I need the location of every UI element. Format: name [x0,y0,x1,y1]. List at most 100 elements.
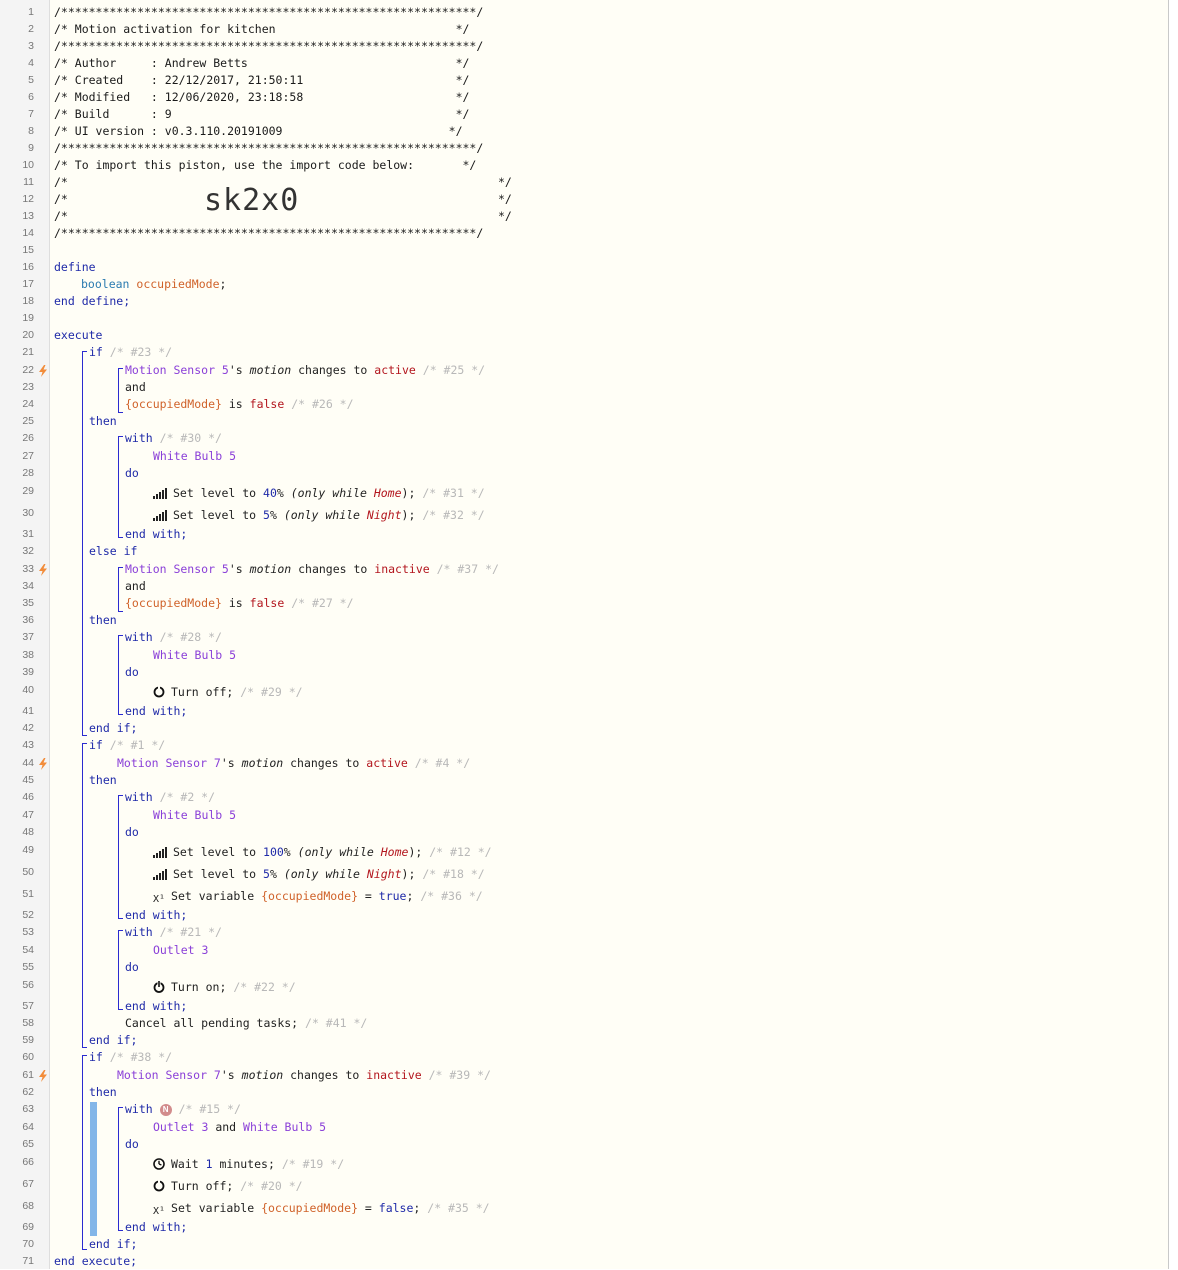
variable-ref: {occupiedMode} [261,1201,358,1215]
variable-type: boolean [81,277,130,291]
line-number: 33 [22,563,34,575]
and-operator[interactable]: and [125,578,146,595]
restriction: (only while [276,867,367,881]
with-30[interactable]: with /* #30 */ [125,430,222,447]
execute-keyword[interactable]: execute [54,327,102,344]
statement-id: /* #26 */ [291,397,354,411]
condition-group-bracket [118,567,123,612]
header-blank-right: */ [498,209,512,223]
device-list[interactable]: Outlet 3 and White Bulb 5 [153,1119,326,1136]
operator: = [358,889,379,903]
line-number: 50 [22,866,34,878]
line-number: 4 [28,57,34,69]
attribute: motion [249,363,292,377]
semicolon: ; [219,277,227,291]
line-number: 57 [22,1000,34,1012]
variable-ref: {occupiedMode} [125,596,222,610]
line-number: 64 [22,1121,34,1133]
action-35[interactable]: X¹ Set variable {occupiedMode} = false; /… [153,1200,490,1217]
line-number: 71 [22,1255,34,1267]
percent-sign: % [269,867,277,881]
device-white-bulb-5[interactable]: White Bulb 5 [153,647,236,664]
import-code[interactable]: sk2x0 [204,183,299,219]
header-stars-3: /***************************************… [54,141,484,155]
statement-id: /* #12 */ [429,845,492,859]
condition-27[interactable]: {occupiedMode} is false /* #27 */ [125,595,354,612]
if-23[interactable]: if /* #23 */ [89,344,172,361]
statement-id: /* #32 */ [422,508,485,522]
action-22[interactable]: Turn on; /* #22 */ [153,979,296,996]
action-29[interactable]: Turn off; /* #29 */ [153,684,303,701]
if-keyword: if [89,1050,103,1064]
end-with: end with; [125,527,188,541]
line-number: 6 [28,91,34,103]
level-value: 5 [263,867,270,881]
line-number: 25 [22,415,34,427]
line-number: 12 [22,193,34,205]
line-number: 61 [22,1069,34,1081]
value: false [378,1201,414,1215]
with-15[interactable]: with N /* #15 */ [125,1101,241,1118]
end-with: end with; [125,1220,188,1234]
statement-id: /* #30 */ [159,431,222,445]
condition-37[interactable]: Motion Sensor 5's motion changes to inac… [125,561,499,578]
and-separator: and [208,1120,244,1134]
action-18[interactable]: Set level to 5% (only while Night); /* #… [153,866,485,883]
line-number: 52 [22,909,34,921]
action-19[interactable]: Wait 1 minutes; /* #19 */ [153,1156,344,1173]
else-if-keyword[interactable]: else if [89,543,137,560]
statement-id: /* #1 */ [109,738,166,752]
condition-26[interactable]: {occupiedMode} is false /* #26 */ [125,396,354,413]
with-block-bracket [118,795,123,919]
action-20[interactable]: Turn off; /* #20 */ [153,1178,303,1195]
with-21[interactable]: with /* #21 */ [125,924,222,941]
with-keyword: with [125,925,153,939]
action-32[interactable]: Set level to 5% (only while Night); /* #… [153,507,485,524]
action-text: Turn off; [171,685,234,699]
device-white-bulb-5[interactable]: White Bulb 5 [153,807,236,824]
wait-value: 1 [205,1157,213,1171]
line-number: 26 [22,432,34,444]
statement-id: /* #21 */ [159,925,222,939]
device-outlet-3[interactable]: Outlet 3 [153,942,208,959]
statement-id: /* #41 */ [305,1016,368,1030]
signal-level-icon [153,846,167,863]
with-block-bracket [118,436,123,538]
device-white-bulb-5[interactable]: White Bulb 5 [153,448,236,465]
header-blank-right: */ [498,175,512,189]
do-keyword: do [125,466,139,480]
line-number: 47 [22,809,34,821]
line-number: 15 [22,244,34,256]
condition-4[interactable]: Motion Sensor 7's motion changes to acti… [117,755,470,772]
line-number: 2 [28,23,34,35]
device-white-bulb-5: White Bulb 5 [243,1120,327,1134]
define-variable-line[interactable]: boolean occupiedMode; [81,276,226,293]
line-number: 19 [22,312,34,324]
with-28[interactable]: with /* #28 */ [125,629,222,646]
line-number: 18 [22,295,34,307]
statement-id: /* #28 */ [159,630,222,644]
if-block-bracket [82,743,87,1048]
line-number: 28 [22,467,34,479]
attribute: motion [241,1068,284,1082]
action-41[interactable]: Cancel all pending tasks; /* #41 */ [125,1015,367,1032]
and-operator[interactable]: and [125,379,146,396]
action-text: Wait [171,1157,206,1171]
then-keyword: then [89,613,117,627]
action-31[interactable]: Set level to 40% (only while Home); /* #… [153,485,485,502]
condition-39[interactable]: Motion Sensor 7's motion changes to inac… [117,1067,491,1084]
action-36[interactable]: X¹ Set variable {occupiedMode} = true; /*… [153,888,483,905]
if-1[interactable]: if /* #1 */ [89,737,165,754]
piston-code: /***************************************… [50,0,1168,1269]
with-2[interactable]: with /* #2 */ [125,789,215,806]
device-outlet-3: Outlet 3 [153,1120,209,1134]
end-if: end if; [89,721,138,735]
line-number: 5 [28,74,34,86]
lightning-bolt-icon [39,1070,47,1082]
define-keyword[interactable]: define [54,259,96,276]
device-name: Motion Sensor 5 [125,562,229,576]
action-12[interactable]: Set level to 100% (only while Home); /* … [153,844,492,861]
signal-level-icon [153,509,167,526]
if-38[interactable]: if /* #38 */ [89,1049,172,1066]
condition-25[interactable]: Motion Sensor 5's motion changes to acti… [125,362,485,379]
